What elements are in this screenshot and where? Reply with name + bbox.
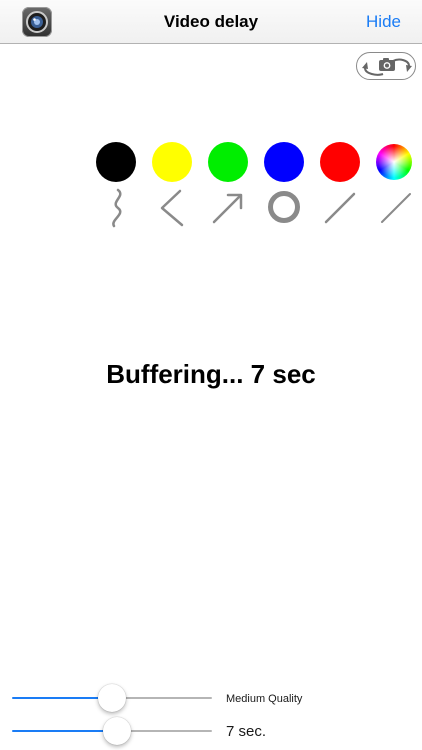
- quality-slider[interactable]: [12, 683, 212, 713]
- color-blue-swatch[interactable]: [264, 142, 304, 182]
- angle-icon: [160, 189, 184, 227]
- page-title: Video delay: [163, 12, 259, 31]
- hide-button[interactable]: Hide: [366, 12, 401, 32]
- freehand-icon: [112, 188, 122, 228]
- color-red-swatch[interactable]: [320, 142, 360, 182]
- line-icon: [381, 193, 411, 223]
- circle-icon: [268, 191, 300, 223]
- navigation-bar: Video delay Hide: [0, 0, 422, 44]
- angle-tool[interactable]: [152, 188, 192, 228]
- color-green-swatch[interactable]: [208, 142, 248, 182]
- delay-slider[interactable]: [12, 716, 212, 746]
- color-black-swatch[interactable]: [96, 142, 136, 182]
- arrow-icon: [212, 193, 243, 224]
- color-wheel-swatch[interactable]: [376, 144, 412, 180]
- quality-label: Medium Quality: [226, 693, 303, 705]
- quality-slider-track-filled: [12, 697, 112, 699]
- switch-camera-icon: [362, 58, 412, 76]
- buffering-status: Buffering... 7 sec: [106, 359, 316, 389]
- delay-label: 7 sec.: [226, 723, 267, 740]
- quality-slider-track-empty: [112, 697, 212, 699]
- line-tool[interactable]: [320, 188, 360, 228]
- switch-camera-button[interactable]: [356, 52, 416, 80]
- color-yellow-swatch[interactable]: [152, 142, 192, 182]
- freehand-tool[interactable]: [98, 188, 138, 228]
- line-tool-thin[interactable]: [376, 188, 416, 228]
- delay-slider-track-filled: [12, 730, 118, 732]
- quality-slider-thumb[interactable]: [98, 684, 126, 712]
- delay-slider-thumb[interactable]: [103, 717, 132, 745]
- line-icon: [324, 192, 356, 224]
- arrow-tool[interactable]: [208, 188, 248, 228]
- circle-tool[interactable]: [264, 188, 304, 228]
- delay-slider-track-empty: [117, 730, 212, 732]
- video-delay-screen: Video delay Hide Buffering... 7 sec Medi…: [0, 0, 422, 750]
